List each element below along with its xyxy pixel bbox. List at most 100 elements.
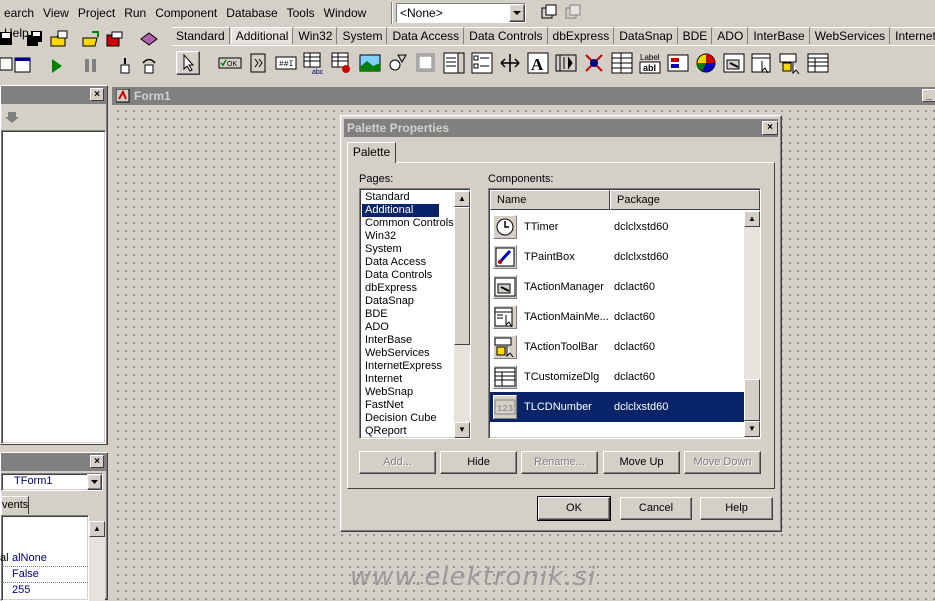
chart-icon[interactable] xyxy=(694,51,718,75)
ok-button[interactable]: OK xyxy=(537,496,611,521)
page-list-item[interactable]: QReport xyxy=(362,425,456,438)
page-list-item[interactable]: Data Controls xyxy=(362,269,456,282)
page-list-item[interactable]: System xyxy=(362,243,456,256)
page-list-item[interactable]: Decision Cube xyxy=(362,412,456,425)
menu-tools[interactable]: Tools xyxy=(283,0,320,20)
components-listview[interactable]: Name Package TTimer dclclxstd60 TPaintBox d… xyxy=(488,188,761,439)
tab-internetexpress[interactable]: InternetExpress xyxy=(891,27,935,44)
scroll-down-icon[interactable]: ▼ xyxy=(454,422,470,438)
tab-datasnap[interactable]: DataSnap xyxy=(615,27,678,44)
speedbutton-icon[interactable] xyxy=(246,51,270,75)
page-list-item[interactable]: dbExpress xyxy=(362,282,456,295)
controlbar-icon[interactable] xyxy=(554,51,578,75)
new-form-icon[interactable] xyxy=(12,55,34,77)
page-list-item[interactable]: Win32 xyxy=(362,230,456,243)
drawgrid-icon[interactable] xyxy=(330,51,354,75)
scroll-thumb[interactable] xyxy=(744,379,760,421)
treeview-area[interactable] xyxy=(1,130,106,444)
tab-dbexpress[interactable]: dbExpress xyxy=(548,27,615,44)
shape-icon[interactable] xyxy=(386,51,410,75)
tab-win32[interactable]: Win32 xyxy=(294,27,338,44)
tab-webservices[interactable]: WebServices xyxy=(810,27,891,44)
checklistbox-icon[interactable] xyxy=(470,51,494,75)
page-list-item[interactable]: FastNet xyxy=(362,399,456,412)
page-list-item[interactable]: Standard xyxy=(362,191,456,204)
pages-listbox[interactable]: Standard Additional Common Controls Win32 Sy… xyxy=(359,188,471,439)
minimize-icon[interactable]: _ xyxy=(922,89,935,102)
scrollbox-icon[interactable] xyxy=(442,51,466,75)
hide-button[interactable]: Hide xyxy=(440,451,517,474)
scroll-up-icon[interactable]: ▲ xyxy=(454,191,470,207)
arrow-down-icon[interactable] xyxy=(4,110,20,127)
menu-project[interactable]: Project xyxy=(74,0,120,20)
actiontoolbar-palette-icon[interactable] xyxy=(778,51,802,75)
page-list-item[interactable]: Common Controls xyxy=(362,217,456,230)
scroll-up-icon[interactable]: ▲ xyxy=(89,521,105,537)
desktop-combo[interactable]: <None> xyxy=(396,3,526,23)
open-project-icon[interactable] xyxy=(48,29,70,51)
maskedit-icon[interactable]: ##I xyxy=(274,51,298,75)
tab-system[interactable]: System xyxy=(338,27,388,44)
tab-palette[interactable]: Palette xyxy=(347,142,396,163)
tab-ado[interactable]: ADO xyxy=(713,27,749,44)
image-icon[interactable] xyxy=(358,51,382,75)
open-icon[interactable] xyxy=(80,29,102,51)
column-header-name[interactable]: Name xyxy=(490,190,610,210)
inspector-scrollbar[interactable]: ▲ xyxy=(89,521,105,601)
menu-window[interactable]: Window xyxy=(320,0,372,20)
pointer-icon[interactable] xyxy=(176,51,200,75)
pause-icon[interactable] xyxy=(80,55,102,77)
help-button[interactable]: Help xyxy=(700,497,773,520)
statictext-icon[interactable]: A xyxy=(526,51,550,75)
step-over-icon[interactable] xyxy=(138,55,160,77)
page-list-item[interactable]: Internet xyxy=(362,373,456,386)
save-icon[interactable] xyxy=(0,29,22,51)
page-list-item[interactable]: BDE xyxy=(362,308,456,321)
pages-scrollbar[interactable]: ▲ ▼ xyxy=(454,191,470,438)
page-list-item[interactable]: InterBase xyxy=(362,334,456,347)
tab-events[interactable]: vents xyxy=(1,496,29,514)
component-row[interactable]: TActionToolBar dclact60 xyxy=(490,332,744,362)
bitbtn-icon[interactable]: OK xyxy=(218,51,242,75)
page-list-item[interactable]: DataSnap xyxy=(362,295,456,308)
tab-standard[interactable]: Standard xyxy=(172,27,230,44)
component-row[interactable]: TCustomizeDlg dclact60 xyxy=(490,362,744,392)
tab-interbase[interactable]: InterBase xyxy=(749,27,810,44)
stringgrid-icon[interactable]: abc xyxy=(302,51,326,76)
menu-view[interactable]: View xyxy=(39,0,74,20)
components-scrollbar[interactable]: ▲ ▼ xyxy=(744,211,760,438)
property-value-alphablend[interactable]: 255 xyxy=(12,584,30,596)
bevel-icon[interactable] xyxy=(414,51,438,75)
close-icon[interactable]: × xyxy=(90,88,104,101)
add-button[interactable]: Add... xyxy=(359,451,436,474)
colorbox-icon[interactable] xyxy=(666,51,690,75)
labelededit-icon[interactable]: Label abI xyxy=(638,51,662,75)
chevron-down-icon[interactable] xyxy=(509,4,525,22)
tab-data-access[interactable]: Data Access xyxy=(388,27,465,44)
cancel-button[interactable]: Cancel xyxy=(620,497,692,520)
menu-run[interactable]: Run xyxy=(120,0,151,20)
tab-additional[interactable]: Additional xyxy=(230,27,294,44)
applicationevents-icon[interactable] xyxy=(582,51,606,75)
customizedlg-palette-icon[interactable] xyxy=(806,51,830,75)
component-row[interactable]: TTimer dclclxstd60 xyxy=(490,212,744,242)
tab-data-controls[interactable]: Data Controls xyxy=(465,27,548,44)
trace-into-icon[interactable] xyxy=(114,55,136,77)
inspector-grid[interactable]: al alNone False 255 xyxy=(0,515,89,601)
debug-layout-icon[interactable] xyxy=(562,2,584,24)
valuelisteditor-icon[interactable] xyxy=(610,51,634,75)
save-desktop-icon[interactable] xyxy=(538,2,560,24)
move-up-button[interactable]: Move Up xyxy=(603,451,680,474)
actionmainmenubar-palette-icon[interactable] xyxy=(750,51,774,75)
page-list-item[interactable]: InternetExpress xyxy=(362,360,456,373)
splitter-icon[interactable] xyxy=(498,51,522,75)
help-book-icon[interactable] xyxy=(138,29,160,51)
property-value-autoscroll[interactable]: False xyxy=(12,568,39,580)
close-icon[interactable]: × xyxy=(90,455,104,468)
save-file-icon[interactable] xyxy=(104,29,126,51)
chevron-down-icon[interactable] xyxy=(87,474,102,490)
component-row[interactable]: TActionMainMe... dclact60 xyxy=(490,302,744,332)
page-list-item[interactable]: Additional xyxy=(362,204,439,217)
menu-search[interactable]: earch xyxy=(0,0,39,20)
component-row[interactable]: TActionManager dclact60 xyxy=(490,272,744,302)
